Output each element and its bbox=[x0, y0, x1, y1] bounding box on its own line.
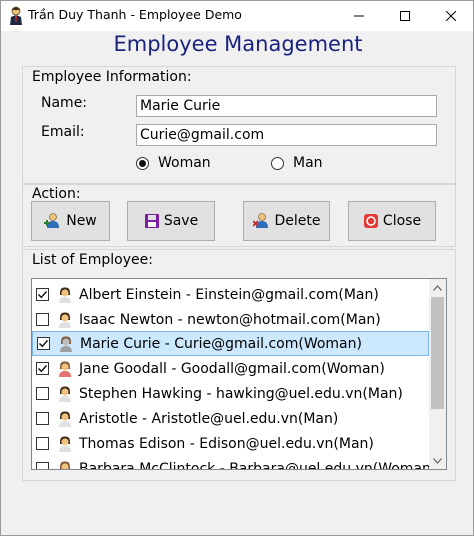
list-item[interactable]: Stephen Hawking - hawking@uel.edu.vn(Man… bbox=[32, 381, 429, 406]
list-item-text: Aristotle - Aristotle@uel.edu.vn(Man) bbox=[79, 410, 339, 427]
close-icon bbox=[446, 11, 456, 21]
man-radio-label: Man bbox=[293, 155, 323, 171]
person-add-icon bbox=[44, 213, 60, 228]
employee-list-group-label: List of Employee: bbox=[32, 252, 153, 268]
window-title: Trần Duy Thanh - Employee Demo bbox=[28, 7, 242, 22]
person-icon bbox=[57, 385, 73, 402]
checkbox-unchecked[interactable] bbox=[36, 412, 49, 425]
checkbox-checked[interactable] bbox=[36, 362, 49, 375]
title-bar[interactable]: Trần Duy Thanh - Employee Demo bbox=[1, 1, 473, 31]
person-icon bbox=[57, 435, 73, 452]
list-item[interactable]: Thomas Edison - Edison@uel.edu.vn(Man) bbox=[32, 431, 429, 456]
email-label: Email: bbox=[41, 124, 85, 140]
checkmark-icon bbox=[39, 340, 49, 348]
checkmark-icon bbox=[38, 365, 48, 373]
minimize-button[interactable] bbox=[336, 1, 382, 31]
email-field[interactable]: Curie@gmail.com bbox=[136, 124, 437, 146]
scroll-up-button[interactable] bbox=[429, 279, 446, 296]
checkbox-unchecked[interactable] bbox=[36, 437, 49, 450]
close-window-button[interactable] bbox=[428, 1, 474, 31]
checkbox-unchecked[interactable] bbox=[36, 313, 49, 326]
new-button[interactable]: New bbox=[31, 201, 110, 241]
list-item[interactable]: Aristotle - Aristotle@uel.edu.vn(Man) bbox=[32, 406, 429, 431]
vertical-scrollbar[interactable] bbox=[429, 279, 446, 469]
floppy-disk-icon bbox=[144, 214, 159, 228]
list-item-text: Barbara McClintock - Barbara@uel.edu.vn(… bbox=[79, 460, 437, 470]
person-icon bbox=[58, 335, 74, 352]
list-item-text: Thomas Edison - Edison@uel.edu.vn(Man) bbox=[79, 435, 374, 452]
name-label: Name: bbox=[41, 95, 88, 111]
man-radio[interactable]: Man bbox=[271, 155, 323, 171]
app-person-icon bbox=[10, 6, 22, 25]
minimize-icon bbox=[354, 15, 364, 17]
close-button-label: Close bbox=[382, 213, 422, 229]
list-item-text: Jane Goodall - Goodall@gmail.com(Woman) bbox=[79, 360, 385, 377]
checkbox-checked[interactable] bbox=[36, 288, 49, 301]
list-item-text: Albert Einstein - Einstein@gmail.com(Man… bbox=[79, 286, 379, 303]
man-radio-circle bbox=[271, 156, 284, 170]
save-button-label: Save bbox=[163, 213, 199, 229]
person-icon bbox=[57, 360, 73, 377]
woman-radio-circle bbox=[136, 156, 149, 170]
chevron-up-icon bbox=[433, 284, 442, 291]
list-item-text: Marie Curie - Curie@gmail.com(Woman) bbox=[80, 335, 362, 352]
app-window: Trần Duy Thanh - Employee Demo Employee … bbox=[0, 0, 474, 536]
person-icon bbox=[57, 460, 73, 469]
checkbox-checked[interactable] bbox=[37, 337, 50, 350]
new-button-label: New bbox=[66, 213, 97, 229]
scroll-thumb[interactable] bbox=[431, 297, 444, 409]
person-icon bbox=[57, 286, 73, 303]
list-item[interactable]: Jane Goodall - Goodall@gmail.com(Woman) bbox=[32, 356, 429, 381]
woman-radio-label: Woman bbox=[158, 155, 211, 171]
list-item[interactable]: Barbara McClintock - Barbara@uel.edu.vn(… bbox=[32, 456, 436, 469]
chevron-down-icon bbox=[433, 457, 442, 464]
scroll-down-button[interactable] bbox=[429, 452, 446, 469]
page-title: Employee Management bbox=[113, 32, 363, 56]
list-item[interactable]: Albert Einstein - Einstein@gmail.com(Man… bbox=[32, 282, 429, 307]
list-item[interactable]: Isaac Newton - newton@hotmail.com(Man) bbox=[32, 307, 429, 332]
checkbox-unchecked[interactable] bbox=[36, 387, 49, 400]
woman-radio[interactable]: Woman bbox=[136, 155, 211, 171]
close-app-icon bbox=[363, 214, 378, 228]
list-item-text: Isaac Newton - newton@hotmail.com(Man) bbox=[79, 311, 381, 328]
close-button[interactable]: Close bbox=[348, 201, 436, 241]
checkbox-unchecked[interactable] bbox=[36, 462, 49, 469]
name-field[interactable]: Marie Curie bbox=[136, 95, 437, 117]
list-item[interactable]: Marie Curie - Curie@gmail.com(Woman) bbox=[32, 331, 429, 356]
action-group-label: Action: bbox=[32, 186, 81, 202]
maximize-icon bbox=[400, 11, 410, 21]
employee-info-group: Employee Information: Name: Marie Curie … bbox=[22, 66, 456, 184]
employee-listbox[interactable]: Barbara McClintock - Barbara@uel.edu.vn(… bbox=[31, 278, 447, 470]
maximize-button[interactable] bbox=[382, 1, 428, 31]
person-delete-icon bbox=[252, 213, 268, 228]
person-icon bbox=[57, 410, 73, 427]
delete-button[interactable]: Delete bbox=[243, 201, 330, 241]
list-item-text: Stephen Hawking - hawking@uel.edu.vn(Man… bbox=[79, 385, 403, 402]
checkmark-icon bbox=[38, 291, 48, 299]
delete-button-label: Delete bbox=[274, 213, 321, 229]
person-icon bbox=[57, 311, 73, 328]
save-button[interactable]: Save bbox=[127, 201, 215, 241]
employee-info-group-label: Employee Information: bbox=[32, 69, 192, 85]
